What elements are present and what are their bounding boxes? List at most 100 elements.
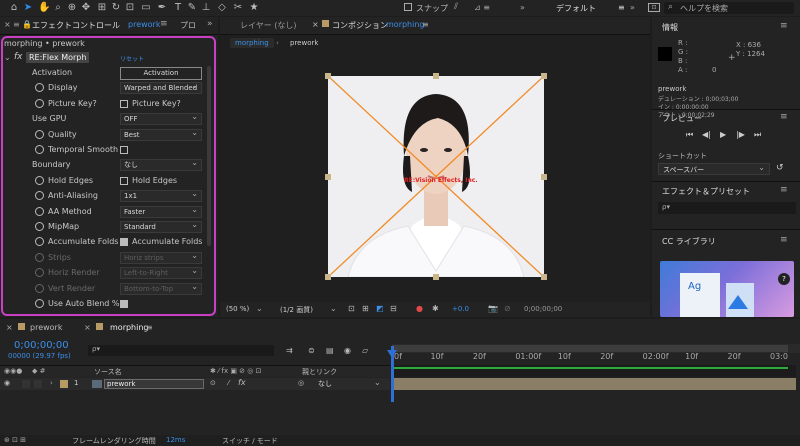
mipmap-dropdown[interactable]: Standard [120,221,202,233]
fx-icon[interactable]: fx [14,52,23,62]
mask-visibility-icon[interactable]: ◩ [376,304,384,313]
viewer-timecode[interactable]: 0;00;00;00 [524,305,562,313]
hold-edges-checkbox[interactable] [120,176,128,185]
parent-link-header[interactable]: 親とリンク [302,367,337,377]
timeline-search-input[interactable]: ρ▾ [88,345,274,356]
resolution-dropdown[interactable]: (1/2 画質) [280,305,313,315]
fx-switch-icon[interactable]: fx [238,378,246,387]
graph-editor-icon[interactable]: ▱ [362,346,368,355]
boundary-dropdown[interactable]: なし [120,159,202,172]
tab-layer[interactable]: レイヤー (なし) [240,20,297,31]
tab-effect-controls[interactable]: エフェクトコントロール [32,20,120,31]
display-dropdown[interactable]: Warped and Blended [120,82,202,95]
dolly-tool-icon[interactable]: ⊞ [96,2,108,14]
panel-menu-icon[interactable]: ≡ [422,20,429,29]
composition-image[interactable]: RE:Vision Effects, Inc. [328,76,544,277]
channel-icon[interactable]: ● [416,304,423,313]
stopwatch-icon[interactable] [35,175,44,185]
rectangle-tool-icon[interactable]: ▭ [140,2,152,14]
close-icon[interactable]: × [4,20,11,29]
layer-row[interactable]: ◉ › 1 prework ⊙ ⁄ fx ◎ なし ⌄ [0,378,390,390]
stopwatch-icon[interactable] [35,268,44,278]
vert-render-dropdown[interactable]: Bottom-to-Top [120,282,202,295]
use-auto-blend-checkbox[interactable] [120,300,128,308]
use-gpu-dropdown[interactable]: OFF [120,113,202,126]
tab-project[interactable]: プロ [180,20,196,31]
help-search-box[interactable]: ⌕ ヘルプを検索 [664,2,794,14]
close-icon[interactable]: × [6,323,13,332]
parent-value[interactable]: なし [318,379,332,389]
pick-whip-icon[interactable]: ◎ [298,379,304,387]
strips-dropdown[interactable]: Horiz strips [120,251,202,264]
workspace-default[interactable]: デフォルト [556,3,596,14]
zoom-dropdown[interactable]: (50 %) [226,305,249,313]
picture-key-checkbox[interactable] [120,99,128,108]
flow-item-prework[interactable]: prework [290,39,318,47]
preview-panel-menu-icon[interactable]: ≡ [780,112,788,122]
tab-composition[interactable]: コンポジション [332,20,388,31]
transform-handle[interactable] [541,173,547,180]
stopwatch-icon[interactable] [35,299,44,308]
effects-presets-menu-icon[interactable]: ≡ [780,185,788,195]
transform-handle[interactable] [433,274,439,280]
transform-handle[interactable] [325,274,331,280]
transform-handle[interactable] [541,274,547,280]
snap-checkbox[interactable] [404,3,412,11]
effect-controls-scrollbar[interactable] [207,66,211,246]
next-frame-icon[interactable]: |▶ [736,130,745,139]
layer-name-box[interactable]: prework [104,379,204,389]
frame-blending-icon[interactable]: ▤ [326,346,334,355]
workspace-menu-icon[interactable]: ≡ [618,3,625,12]
stopwatch-icon[interactable] [35,145,44,154]
transform-handle[interactable] [541,73,547,79]
effect-expand-arrow[interactable]: ⌄ [4,53,11,62]
stopwatch-icon[interactable] [35,252,44,262]
layer-duration-bar[interactable] [392,378,796,390]
hand-tool-icon[interactable]: ✋ [38,2,50,14]
switches-modes-toggle[interactable]: スイッチ / モード [222,436,278,446]
loop-icon[interactable]: ↺ [776,163,784,173]
horiz-render-dropdown[interactable]: Left-to-Right [120,267,202,280]
shortcut-dropdown[interactable]: スペースバー ⌄ [658,163,770,175]
cc-libraries-menu-icon[interactable]: ≡ [780,235,788,245]
close-icon[interactable]: × [312,20,319,29]
workspace-overflow-icon[interactable]: » [520,3,525,12]
rotate-tool-icon[interactable]: ↻ [110,2,122,14]
comp-mini-flowchart-icon[interactable]: ⇉ [286,346,293,355]
effects-search-input[interactable]: ρ▾ [658,202,796,214]
lock-toggle[interactable] [34,380,42,388]
temporal-smooth-checkbox[interactable] [120,146,128,154]
snap-more-icon[interactable]: ⊿ ≡ [474,3,490,12]
snap-options-icon[interactable]: ⫽ [454,2,458,12]
stopwatch-icon[interactable] [35,237,44,247]
transparency-grid-icon[interactable]: ⊞ [362,304,369,313]
pen-tool-icon[interactable]: ✒ [156,2,168,14]
stopwatch-icon[interactable] [35,98,44,108]
color-management-icon[interactable]: ✱ [432,304,439,313]
stopwatch-icon[interactable] [35,191,44,201]
brush-tool-icon[interactable]: ✎ [186,2,198,14]
last-frame-icon[interactable]: ⏭ [754,130,761,140]
workspace-more-icon[interactable]: » [630,3,635,12]
region-of-interest-icon[interactable]: ⊡ [348,304,355,313]
panel-menu-icon[interactable]: ≡ [160,19,168,29]
sync-icon[interactable]: ⊡ [648,3,660,12]
camera-snapshot-icon[interactable]: 📷 [488,304,498,313]
transform-handle[interactable] [325,173,331,180]
solo-toggle[interactable] [22,380,30,388]
orbit-tool-icon[interactable]: ⊕ [66,2,78,14]
prev-frame-icon[interactable]: ◀| [702,130,711,139]
eraser-tool-icon[interactable]: ◇ [216,2,228,14]
show-snapshot-icon[interactable]: ⊘ [504,304,511,313]
puppet-tool-icon[interactable]: ★ [248,2,260,14]
grid-options-icon[interactable]: ⊟ [390,304,397,313]
stopwatch-icon[interactable] [35,222,44,231]
collapse-switch-icon[interactable]: ⊙ [210,379,216,387]
motion-blur-icon[interactable]: ◉ [344,346,351,355]
stopwatch-icon[interactable] [35,129,44,139]
info-panel-menu-icon[interactable]: ≡ [780,21,788,31]
stamp-tool-icon[interactable]: ⊥ [200,2,212,14]
type-tool-icon[interactable]: T [172,2,184,14]
chevron-right-icon[interactable]: › [50,379,53,387]
stopwatch-icon[interactable] [35,83,44,93]
